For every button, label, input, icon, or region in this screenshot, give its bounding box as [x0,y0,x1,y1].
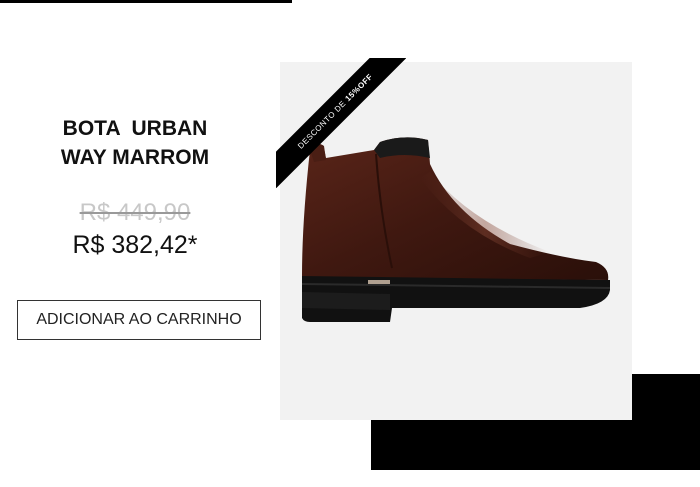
discount-value: 15%OFF [343,71,375,103]
product-title: BOTA URBAN WAY MARROM [20,114,250,172]
add-to-cart-button[interactable]: ADICIONAR AO CARRINHO [17,300,261,340]
top-decorative-bar [0,0,292,3]
product-title-line1: BOTA URBAN [62,117,208,140]
discount-ribbon: DESCONTO DE 15%OFF [276,58,406,188]
current-price: R$ 382,42* [72,231,198,259]
old-price: R$ 449,90 [79,199,191,226]
discount-label: DESCONTO DE [295,98,348,151]
product-title-line2: WAY MARROM [60,146,210,169]
